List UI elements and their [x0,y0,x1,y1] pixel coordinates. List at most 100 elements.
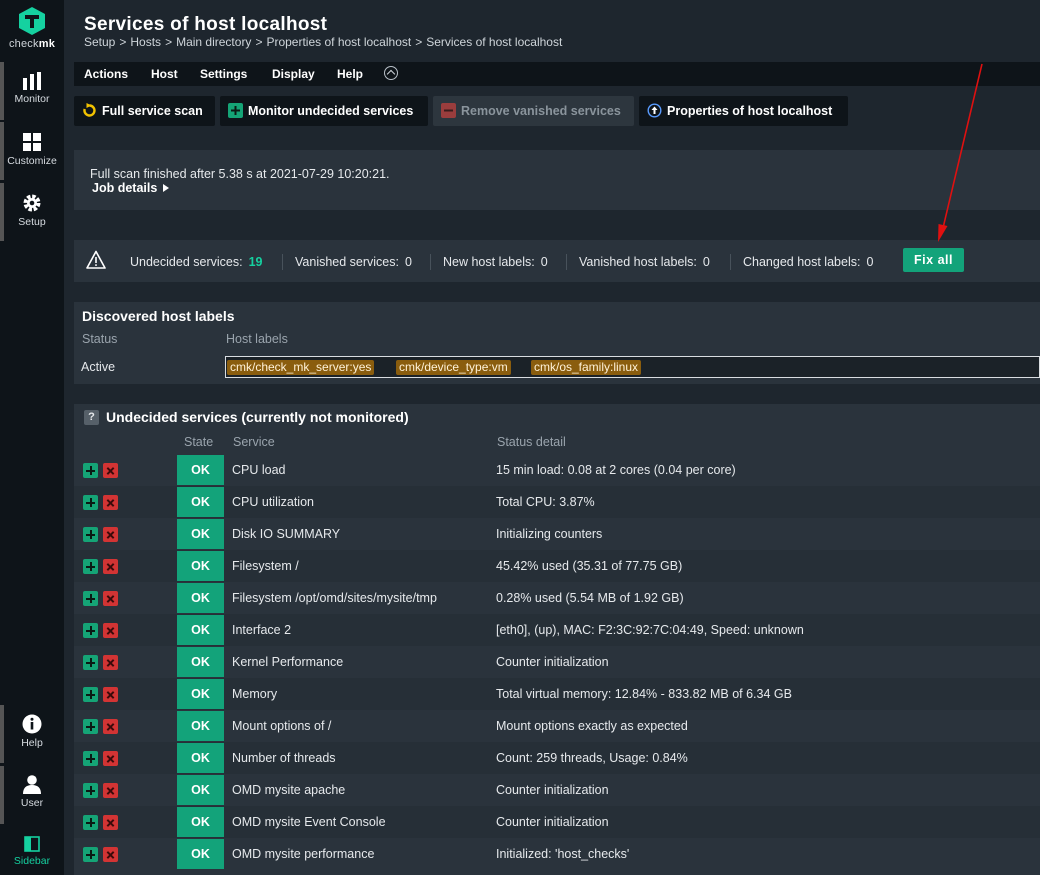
host-label-tag[interactable]: cmk/os_family:linux [531,360,642,375]
table-row: OK Mount options of / Mount options exactl… [74,710,1040,742]
disable-service-x-icon[interactable] [103,527,118,542]
nav-setup-label: Setup [18,216,46,228]
remove-vanished-button[interactable]: Remove vanished services [433,96,634,126]
menu-help[interactable]: Help [337,67,363,81]
undecided-services-title: Undecided services (currently not monito… [106,409,409,425]
nav-user-label: User [20,797,44,809]
table-row: OK Kernel Performance Counter initializati… [74,646,1040,678]
service-name: Filesystem / [232,559,299,573]
monitor-service-plus-icon[interactable] [83,655,98,670]
checkmk-logo[interactable]: checkmk [0,6,64,50]
collapse-shortcuts-icon[interactable] [384,66,398,80]
state-badge: OK [177,839,224,869]
monitor-service-plus-icon[interactable] [83,847,98,862]
nav-user[interactable]: User [0,774,64,809]
state-badge: OK [177,647,224,677]
table-row: OK Memory Total virtual memory: 12.84% - 8… [74,678,1040,710]
monitor-service-plus-icon[interactable] [83,591,98,606]
breadcrumb-hosts[interactable]: Hosts [130,35,161,49]
monitor-undecided-button[interactable]: Monitor undecided services [220,96,428,126]
status-detail: Counter initialization [496,655,609,669]
customize-icon [23,133,41,151]
table-row: OK OMD mysite performance Initialized: 'ho… [74,838,1040,870]
disable-service-x-icon[interactable] [103,783,118,798]
monitor-service-plus-icon[interactable] [83,623,98,638]
disable-service-x-icon[interactable] [103,623,118,638]
nav-help[interactable]: Help [0,714,64,749]
help-icon[interactable]: ? [84,410,99,425]
state-badge: OK [177,519,224,549]
monitor-service-plus-icon[interactable] [83,687,98,702]
disable-service-x-icon[interactable] [103,719,118,734]
brand-name: checkmk [8,38,56,50]
scan-info-message: Full scan finished after 5.38 s at 2021-… [90,167,390,181]
plus-icon [228,103,243,118]
breadcrumb-host-properties[interactable]: Properties of host localhost [266,35,411,49]
monitor-service-plus-icon[interactable] [83,719,98,734]
nav-sidebar-label: Sidebar [13,855,51,867]
summary-undecided: Undecided services: 19 [130,255,263,269]
nav-setup[interactable]: Setup [0,193,64,228]
status-detail: Initializing counters [496,527,603,541]
table-row: OK CPU load 15 min load: 0.08 at 2 cores (… [74,454,1040,486]
remove-vanished-label: Remove vanished services [461,104,621,118]
disable-service-x-icon[interactable] [103,815,118,830]
service-name: OMD mysite Event Console [232,815,386,829]
service-name: OMD mysite performance [232,847,375,861]
menu-actions[interactable]: Actions [84,67,128,81]
host-labels-field[interactable]: cmk/check_mk_server:yes cmk/device_type:… [225,356,1040,378]
monitor-service-plus-icon[interactable] [83,463,98,478]
menu-settings[interactable]: Settings [200,67,247,81]
host-properties-button[interactable]: Properties of host localhost [639,96,848,126]
breadcrumb: Setup > Hosts > Main directory > Properties of… [84,35,563,49]
full-service-scan-button[interactable]: Full service scan [74,96,215,126]
menu-display[interactable]: Display [272,67,315,81]
disable-service-x-icon[interactable] [103,847,118,862]
status-detail: [eth0], (up), MAC: F2:3C:92:7C:04:49, Sp… [496,623,804,637]
expand-triangle-icon [163,184,170,192]
breadcrumb-main-directory[interactable]: Main directory [176,35,251,49]
host-label-tag[interactable]: cmk/check_mk_server:yes [227,360,375,375]
fix-all-button[interactable]: Fix all [903,248,964,272]
disable-service-x-icon[interactable] [103,559,118,574]
monitor-service-plus-icon[interactable] [83,559,98,574]
table-row: OK Number of threads Count: 259 threads, U… [74,742,1040,774]
nav-customize[interactable]: Customize [0,132,64,167]
state-badge: OK [177,679,224,709]
summary-changed-labels: Changed host labels: 0 [743,255,874,269]
service-name: Interface 2 [232,623,292,637]
disable-service-x-icon[interactable] [103,687,118,702]
status-detail: Mount options exactly as expected [496,719,688,733]
nav-monitor[interactable]: Monitor [0,72,64,105]
nav-sidebar[interactable]: Sidebar [0,836,64,867]
monitor-service-plus-icon[interactable] [83,751,98,766]
monitor-service-plus-icon[interactable] [83,527,98,542]
status-detail: Initialized: 'host_checks' [496,847,630,861]
breadcrumb-current[interactable]: Services of host localhost [426,35,562,49]
menu-host[interactable]: Host [151,67,178,81]
label-status: Active [81,360,116,374]
table-row: OK OMD mysite Event Console Counter initia… [74,806,1040,838]
state-badge: OK [177,551,224,581]
monitor-service-plus-icon[interactable] [83,783,98,798]
monitor-service-plus-icon[interactable] [83,495,98,510]
disable-service-x-icon[interactable] [103,591,118,606]
undecided-services-section: ? Undecided services (currently not moni… [74,404,1040,875]
state-badge: OK [177,775,224,805]
breadcrumb-setup[interactable]: Setup [84,35,115,49]
state-badge: OK [177,455,224,485]
disable-service-x-icon[interactable] [103,495,118,510]
job-details-link[interactable]: Job details [92,181,170,195]
sidebar-icon [24,836,40,852]
state-badge: OK [177,807,224,837]
host-label-tag[interactable]: cmk/device_type:vm [396,360,511,375]
checkmk-logo-icon [19,7,45,35]
table-row: OK Filesystem / 45.42% used (35.31 of 77.7… [74,550,1040,582]
disable-service-x-icon[interactable] [103,751,118,766]
disable-service-x-icon[interactable] [103,463,118,478]
summary-vanished-labels: Vanished host labels: 0 [579,255,710,269]
disable-service-x-icon[interactable] [103,655,118,670]
status-detail: Counter initialization [496,783,609,797]
monitor-service-plus-icon[interactable] [83,815,98,830]
page-title: Services of host localhost [84,14,328,35]
